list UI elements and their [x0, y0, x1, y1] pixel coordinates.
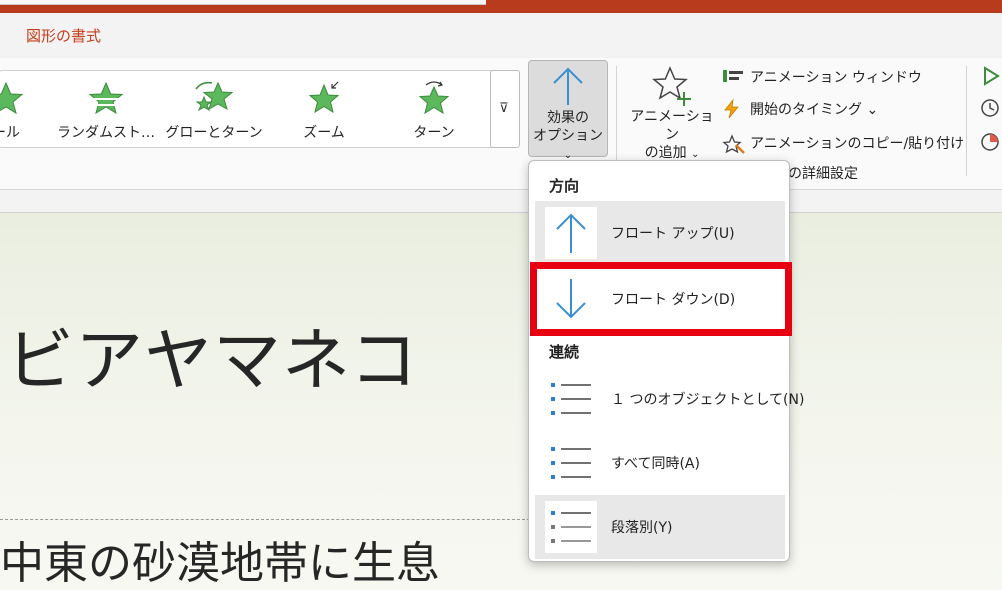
menu-item-by-paragraph[interactable]: 段落別(Y)	[535, 495, 785, 559]
turn-star-icon	[418, 81, 450, 115]
advanced-group-text: の詳細設定	[788, 166, 858, 182]
menu-item-label: フロート アップ(U)	[611, 226, 735, 242]
ribbon-tab-row: 図形の書式	[0, 13, 1002, 58]
slide-canvas[interactable]: ビアヤマネコ 中東の砂漠地帯に生息	[0, 212, 1002, 590]
striped-star-icon	[88, 81, 124, 115]
effect-options-label-line1: 効果の	[547, 110, 589, 126]
chevron-down-icon: ⊽	[499, 101, 509, 116]
lightning-icon	[724, 99, 739, 119]
arrow-up-icon	[553, 67, 583, 105]
title-bar-left	[0, 0, 486, 5]
gallery-item-zoom[interactable]: ズーム	[269, 77, 379, 143]
chevron-down-icon: ⌄	[691, 149, 700, 160]
ribbon: ール ランダムスト… グローとターン ズーム	[0, 58, 1002, 190]
clock-icon[interactable]	[980, 98, 1000, 118]
trigger-label: 開始のタイミング ⌄	[750, 102, 879, 118]
icon-box	[545, 501, 597, 553]
animation-gallery: ール ランダムスト… グローとターン ズーム	[0, 70, 520, 148]
effect-options-menu: 方向 フロート アップ(U) フロート ダウン(D) 連続 １ つのオブジェクト…	[528, 160, 804, 562]
title-bar	[0, 0, 1002, 13]
effect-options-button[interactable]: 効果の オプション ⌄	[528, 60, 608, 161]
arrow-up-icon	[556, 213, 586, 253]
menu-section-sequence: 連続	[549, 343, 580, 361]
animation-painter-icon	[722, 134, 745, 154]
list-all-blue-icon	[551, 447, 591, 479]
gallery-label: グローとターン	[165, 125, 263, 141]
icon-box	[545, 437, 597, 489]
menu-item-label: すべて同時(A)	[611, 456, 700, 472]
add-animation-star-icon	[652, 66, 691, 106]
delay-icon[interactable]	[980, 132, 1000, 152]
menu-item-label: １ つのオブジェクトとして(N)	[611, 392, 805, 408]
slide-title[interactable]: ビアヤマネコ	[6, 305, 419, 404]
grow-turn-star-icon	[195, 81, 234, 112]
slide-subtitle[interactable]: 中東の砂漠地帯に生息	[0, 527, 440, 590]
star-icon	[0, 81, 24, 115]
menu-section-direction: 方向	[549, 177, 580, 195]
tab-shape-format[interactable]: 図形の書式	[26, 25, 101, 46]
add-animation-label-line1: アニメーション	[630, 109, 714, 143]
play-icon[interactable]	[982, 66, 1000, 86]
zoom-star-icon	[308, 81, 340, 114]
animation-painter-label: アニメーションのコピー/貼り付け	[750, 136, 965, 152]
menu-item-as-one-object[interactable]: １ つのオブジェクトとして(N)	[535, 367, 804, 431]
gallery-more-button[interactable]: ⊽	[490, 70, 520, 148]
gallery-item-grow-turn[interactable]: グローとターン	[159, 77, 269, 143]
list-all-blue-icon	[551, 383, 591, 415]
gallery-label: ターン	[413, 125, 455, 141]
list-paragraph-icon	[551, 511, 591, 543]
menu-item-label: 段落別(Y)	[611, 520, 673, 536]
menu-item-all-at-once[interactable]: すべて同時(A)	[535, 431, 785, 495]
annotation-highlight-box	[530, 262, 792, 336]
animation-pane-icon	[723, 70, 743, 82]
gallery-label: ランダムスト…	[57, 125, 155, 141]
gallery-item-random-stripes[interactable]: ランダムスト…	[51, 77, 161, 143]
icon-box	[545, 373, 597, 425]
animation-pane-label: アニメーション ウィンドウ	[750, 70, 922, 86]
icon-box	[545, 207, 597, 259]
menu-item-float-up[interactable]: フロート アップ(U)	[535, 201, 785, 265]
add-animation-button[interactable]: アニメーション の追加 ⌄	[626, 62, 718, 161]
ribbon-separator	[966, 66, 967, 176]
gallery-label: ズーム	[303, 125, 345, 141]
effect-options-label-text: オプション	[533, 128, 603, 144]
gallery-item-turn[interactable]: ターン	[379, 77, 489, 143]
add-animation-label-text: の追加	[644, 145, 687, 161]
placeholder-border	[0, 519, 530, 520]
